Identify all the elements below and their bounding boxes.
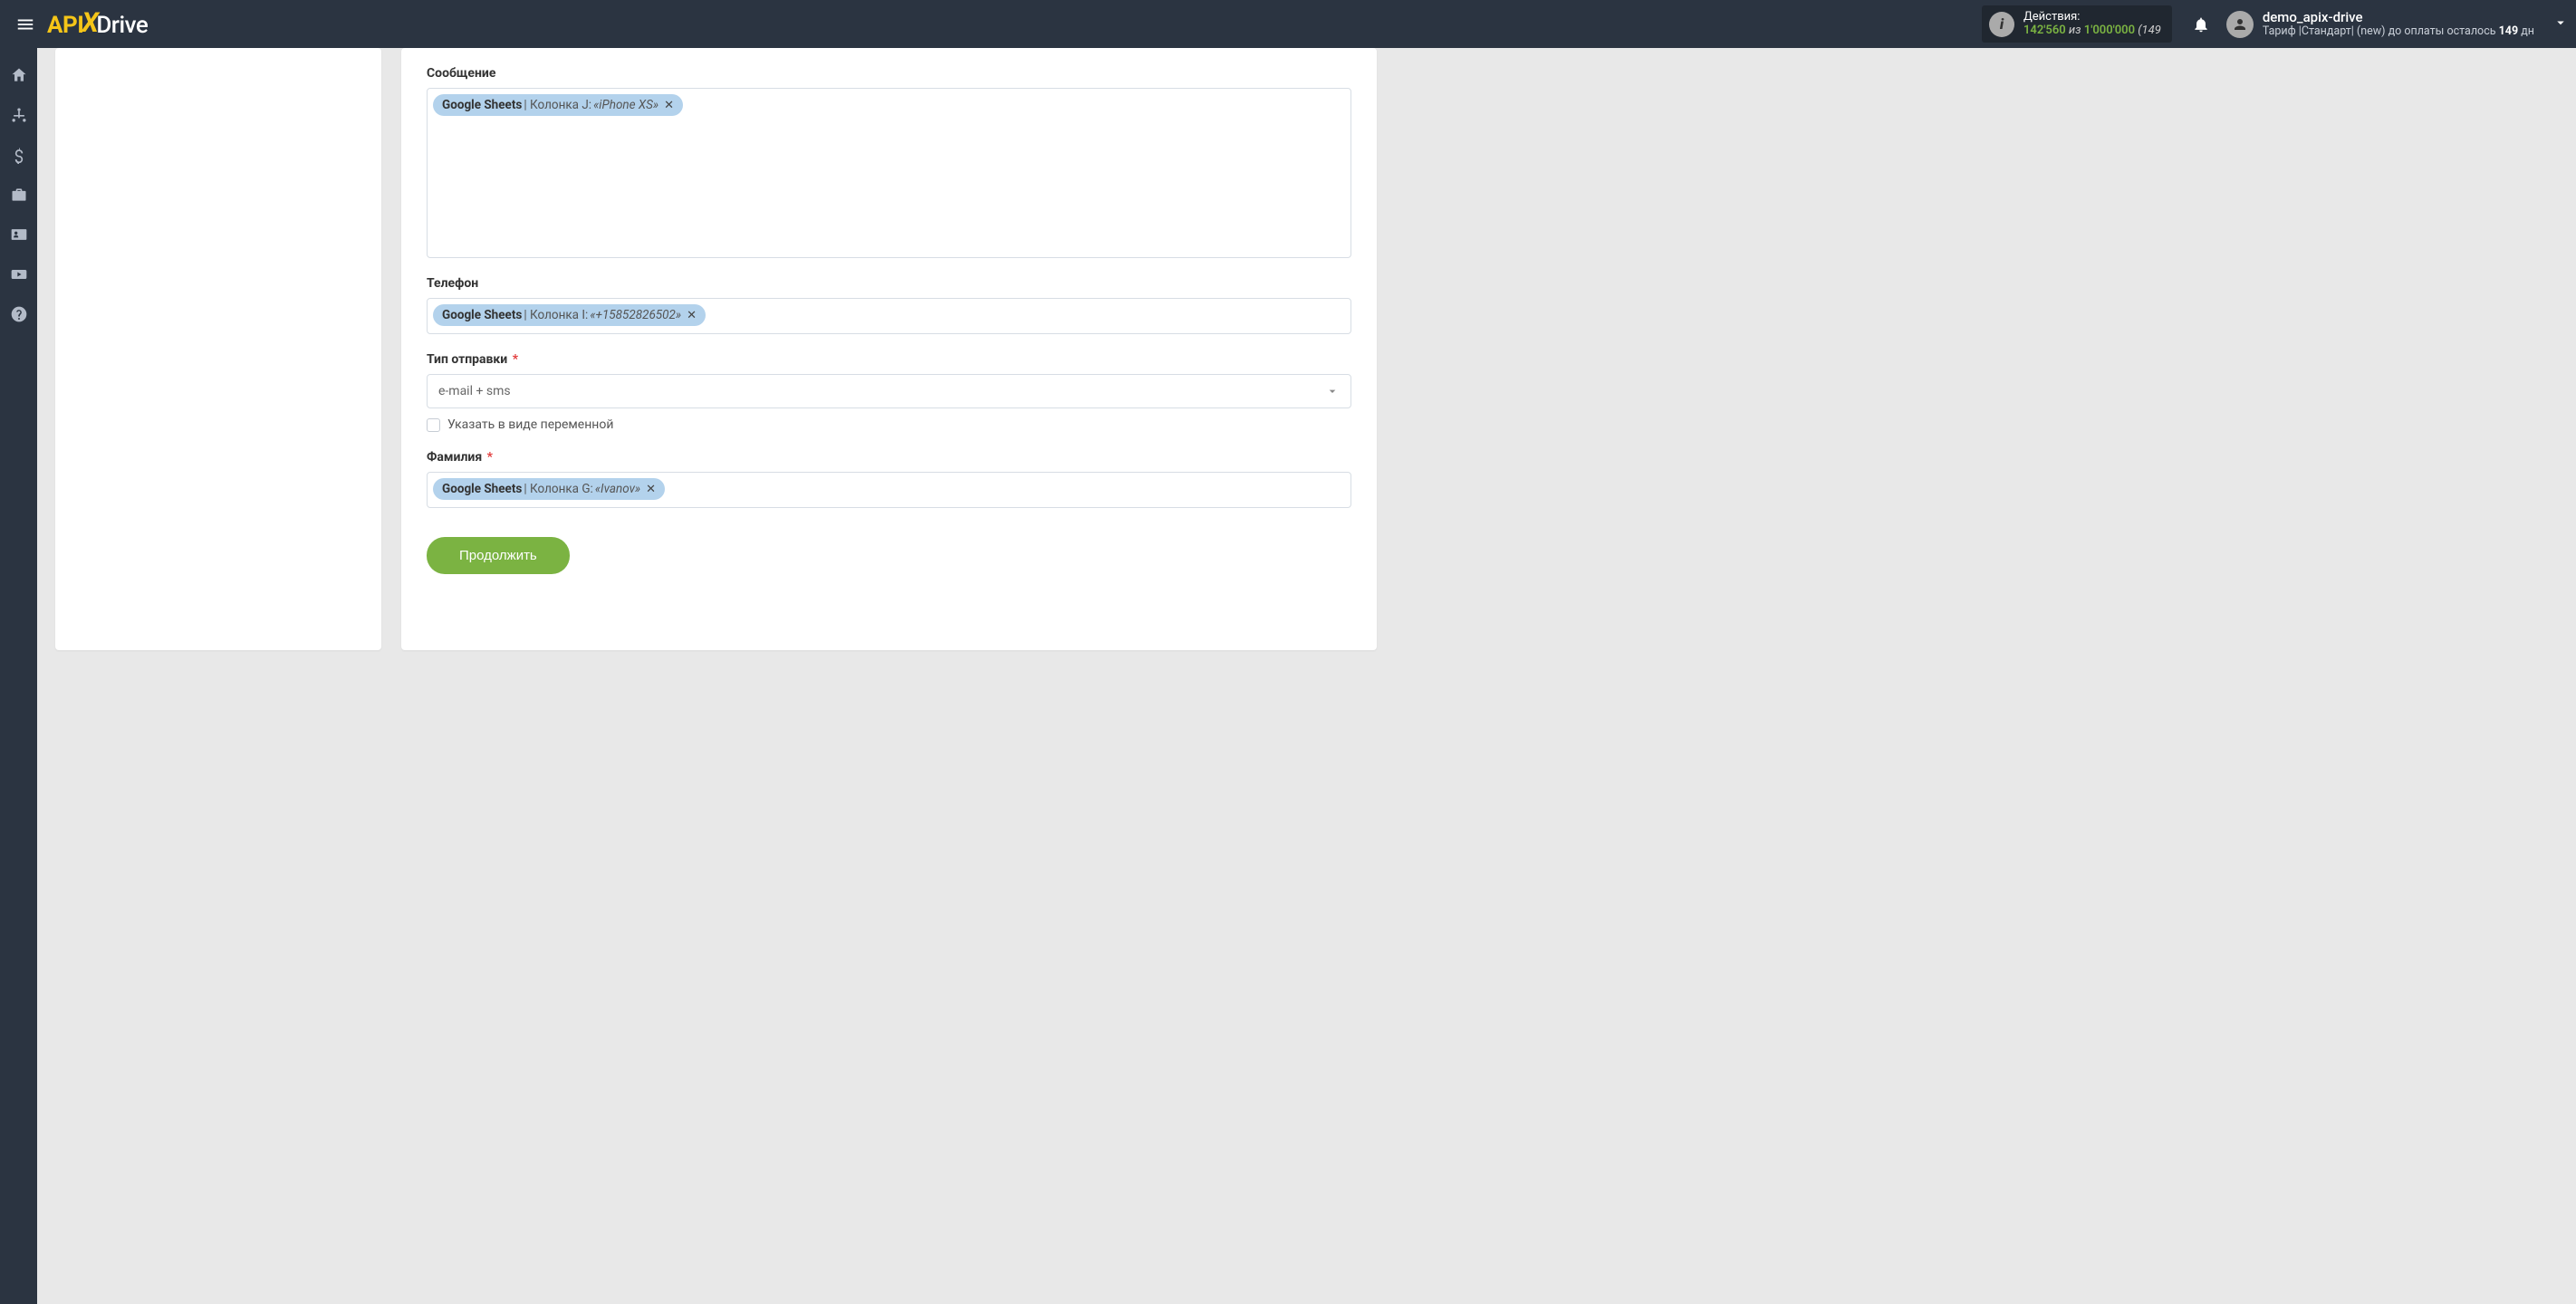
label-lastname: Фамилия * (427, 450, 1351, 465)
logo-x-icon: X (82, 7, 98, 39)
form-card: Сообщение Google Sheets | Колонка J: «iP… (401, 48, 1377, 650)
info-icon: i (1989, 12, 2014, 37)
user-menu[interactable]: demo_apix-drive Тариф |Стандарт| (new) д… (2226, 10, 2569, 39)
actions-used: 142'560 (2023, 24, 2066, 37)
actions-tail: (149 (2135, 24, 2161, 37)
dollar-icon (10, 146, 28, 164)
field-phone: Телефон Google Sheets | Колонка I: «+158… (427, 276, 1351, 334)
input-phone[interactable]: Google Sheets | Колонка I: «+15852826502… (427, 298, 1351, 334)
label-phone: Телефон (427, 276, 1351, 291)
select-sendtype[interactable]: e-mail + sms (427, 374, 1351, 408)
chevron-down-icon (1325, 384, 1340, 398)
field-message: Сообщение Google Sheets | Колонка J: «iP… (427, 66, 1351, 258)
tag-remove-icon[interactable]: ✕ (687, 309, 697, 322)
hamburger-menu-button[interactable] (7, 6, 43, 43)
logo-api: API (47, 12, 83, 39)
input-lastname[interactable]: Google Sheets | Колонка G: «Ivanov» ✕ (427, 472, 1351, 508)
sidebar-item-billing[interactable] (0, 137, 37, 173)
tag-remove-icon[interactable]: ✕ (664, 99, 674, 112)
caret-down-icon (2552, 14, 2569, 34)
home-icon (10, 66, 28, 84)
sidebar-panel-card (55, 48, 381, 650)
youtube-icon (10, 265, 28, 283)
sidebar (0, 48, 37, 1304)
continue-button[interactable]: Продолжить (427, 537, 570, 574)
user-name: demo_apix-drive (2263, 10, 2534, 25)
sidebar-item-video[interactable] (0, 256, 37, 292)
sidebar-item-home[interactable] (0, 57, 37, 93)
required-asterisk: * (484, 450, 493, 465)
select-sendtype-value: e-mail + sms (438, 384, 511, 398)
topbar: APIXDrive i Действия: 142'560 из 1'000'0… (0, 0, 2576, 48)
input-message[interactable]: Google Sheets | Колонка J: «iPhone XS» ✕ (427, 88, 1351, 258)
sidebar-item-briefcase[interactable] (0, 177, 37, 213)
label-message: Сообщение (427, 66, 1351, 81)
checkbox-variable[interactable] (427, 418, 440, 432)
user-plan: Тариф |Стандарт| (new) до оплаты осталос… (2263, 25, 2534, 38)
actions-text: Действия: 142'560 из 1'000'000 (149 (2023, 11, 2161, 38)
tag-message[interactable]: Google Sheets | Колонка J: «iPhone XS» ✕ (433, 94, 683, 116)
main-content: Сообщение Google Sheets | Колонка J: «iP… (37, 48, 2576, 1304)
actions-total: 1'000'000 (2084, 24, 2135, 37)
sidebar-item-help[interactable] (0, 296, 37, 332)
field-lastname: Фамилия * Google Sheets | Колонка G: «Iv… (427, 450, 1351, 508)
user-texts: demo_apix-drive Тариф |Стандарт| (new) д… (2263, 10, 2534, 39)
checkbox-row-variable[interactable]: Указать в виде переменной (427, 417, 1351, 432)
avatar (2226, 11, 2254, 38)
tag-lastname[interactable]: Google Sheets | Колонка G: «Ivanov» ✕ (433, 478, 665, 500)
logo[interactable]: APIXDrive (47, 8, 148, 40)
checkbox-variable-label: Указать в виде переменной (447, 417, 613, 432)
actions-label: Действия: (2023, 11, 2161, 24)
label-sendtype: Тип отправки * (427, 352, 1351, 367)
tag-remove-icon[interactable]: ✕ (646, 483, 656, 496)
sidebar-item-contacts[interactable] (0, 216, 37, 253)
logo-drive: Drive (96, 12, 148, 39)
field-sendtype: Тип отправки * e-mail + sms Указать в ви… (427, 352, 1351, 432)
id-card-icon (10, 225, 28, 244)
bell-icon (2192, 15, 2210, 34)
actions-of: из (2066, 24, 2084, 37)
briefcase-icon (10, 186, 28, 204)
notifications-button[interactable] (2183, 15, 2219, 34)
hamburger-icon (15, 14, 35, 34)
help-icon (10, 305, 28, 323)
sidebar-item-connections[interactable] (0, 97, 37, 133)
connections-icon (10, 106, 28, 124)
user-icon (2232, 16, 2248, 33)
tag-phone[interactable]: Google Sheets | Колонка I: «+15852826502… (433, 304, 706, 326)
actions-counter-box[interactable]: i Действия: 142'560 из 1'000'000 (149 (1982, 5, 2172, 43)
required-asterisk: * (509, 352, 518, 367)
